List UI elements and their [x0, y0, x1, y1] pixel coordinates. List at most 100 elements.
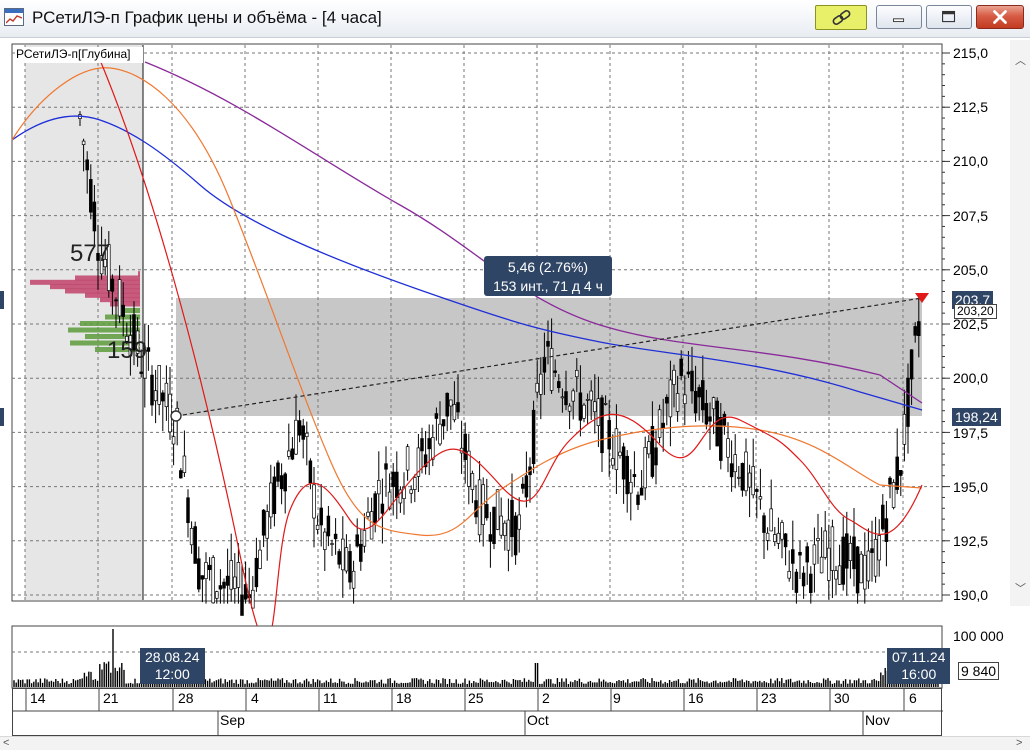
candle-body: [449, 399, 453, 407]
candle-body: [330, 543, 334, 545]
candle-body: [791, 549, 795, 564]
candle-body: [510, 499, 514, 538]
candle-body: [596, 398, 601, 427]
candle-body: [758, 496, 763, 500]
candle-body: [578, 392, 583, 421]
volume-profile-low-label: 159: [107, 337, 148, 364]
instrument-legend: РСетиЛЭ-п[Глубина]: [15, 47, 143, 63]
candle-body: [704, 403, 709, 425]
day-label: 11: [323, 690, 338, 706]
y-tick: 192,5: [953, 533, 989, 549]
scroll-left-icon[interactable]: <: [3, 737, 9, 749]
candle-body: [204, 562, 208, 580]
candle-body: [186, 497, 190, 524]
candle-body: [611, 458, 615, 466]
price-chart[interactable]: [0, 0, 1030, 750]
volume-profile-high-label: 577: [70, 240, 111, 267]
candle-body: [884, 518, 889, 542]
candle-body: [733, 454, 737, 473]
candle-body: [859, 553, 863, 584]
volume-profile-bar: [65, 288, 140, 294]
candle-body: [355, 534, 359, 547]
candle-body: [333, 533, 338, 540]
candle-body: [85, 159, 89, 171]
candle-body: [434, 413, 439, 419]
candle-body: [607, 420, 611, 450]
candle-body: [229, 560, 233, 590]
candle-body: [215, 591, 219, 599]
candle-body: [697, 387, 701, 398]
candle-body: [582, 404, 586, 419]
candle-body: [567, 405, 572, 412]
volume-profile-bar: [50, 284, 140, 290]
candle-body: [467, 450, 471, 487]
y-tick: 197,5: [953, 425, 989, 441]
candle-body: [737, 476, 741, 479]
candle-body: [625, 455, 629, 495]
candle-body: [719, 416, 723, 461]
candle-body: [877, 535, 881, 561]
candle-body: [269, 482, 273, 518]
candle-body: [92, 201, 97, 232]
candle-body: [503, 522, 507, 536]
candle-body: [211, 557, 215, 604]
scroll-right-icon[interactable]: >: [1016, 737, 1022, 749]
candle-body: [164, 382, 169, 408]
candle-body: [513, 515, 518, 556]
candle-body: [506, 519, 511, 551]
y-tick: 215,0: [953, 45, 989, 61]
candle-body: [312, 484, 316, 519]
candle-body: [636, 494, 640, 505]
candle-body: [272, 476, 277, 515]
candle-body: [729, 463, 734, 478]
vertical-scrollbar[interactable]: ︿ ﹀: [1010, 40, 1030, 606]
y-tick: 205,0: [953, 262, 989, 278]
candle-body: [575, 369, 579, 378]
candle-body: [827, 547, 831, 581]
volume-profile-bar: [80, 321, 140, 326]
candle-body: [539, 373, 543, 395]
candle-body: [420, 438, 424, 452]
candle-body: [531, 409, 536, 465]
measurement-start-point: [170, 410, 182, 422]
candle-body: [297, 420, 302, 436]
candle-body: [765, 532, 770, 541]
horizontal-scrollbar[interactable]: < >: [0, 736, 1030, 750]
candle-body: [189, 527, 194, 546]
candle-body: [139, 371, 143, 374]
volume-profile-bar: [110, 301, 140, 307]
y-tick: 210,0: [953, 153, 989, 169]
candle-body: [852, 536, 856, 570]
candle-body: [895, 456, 899, 490]
scroll-down-icon[interactable]: ﹀: [1015, 580, 1026, 596]
candle-body: [665, 396, 669, 404]
start-date-badge: 28.08.24 12:00: [140, 648, 205, 684]
candle-body: [348, 551, 352, 583]
candle-body: [344, 547, 349, 572]
candle-body: [261, 509, 266, 536]
candle-body: [672, 369, 676, 385]
candle-body: [726, 438, 730, 458]
scroll-up-icon[interactable]: ︿: [1015, 52, 1026, 68]
volume-tick-bottom: 9 840: [958, 662, 1000, 680]
candle-body: [405, 446, 410, 471]
y-tick: 212,5: [953, 99, 989, 115]
candle-body: [686, 371, 691, 375]
candle-body: [776, 532, 781, 544]
candle-body: [701, 380, 705, 411]
candle-body: [121, 304, 125, 317]
candle-body: [650, 426, 655, 477]
candle-body: [668, 379, 673, 418]
candle-body: [657, 409, 662, 438]
candle-body: [114, 299, 118, 302]
candle-body: [197, 558, 201, 590]
candle-body: [524, 475, 529, 498]
candle-body: [711, 397, 716, 410]
candle-body: [762, 515, 766, 533]
candle-body: [899, 470, 903, 476]
candle-body: [337, 551, 341, 565]
candle-body: [445, 392, 449, 417]
candle-body: [643, 447, 647, 489]
day-label: 9: [613, 690, 621, 706]
candle-body: [873, 539, 878, 577]
